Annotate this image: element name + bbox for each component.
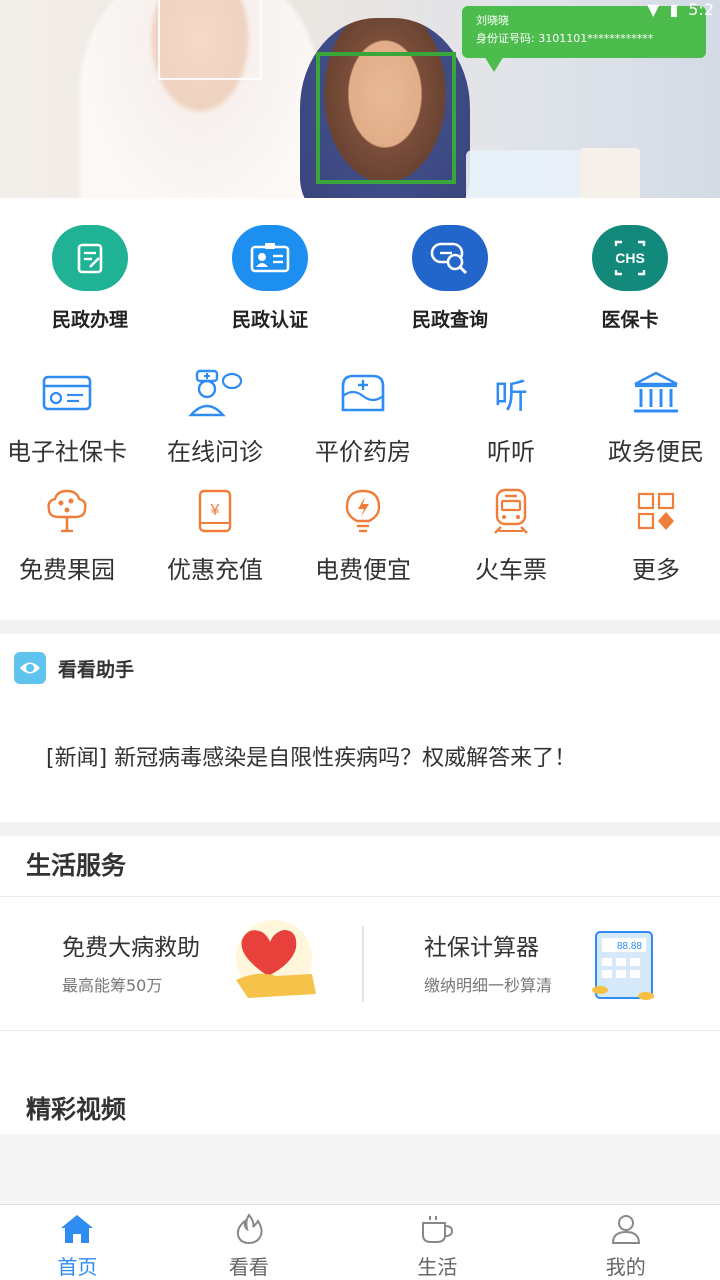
grid-label: 政务便民	[608, 438, 704, 466]
calculator-icon: 88.88	[586, 928, 666, 1008]
nav-label: 我的	[605, 1255, 646, 1279]
grid-label: 免费果园	[19, 556, 115, 584]
battery-icon: ▮	[669, 0, 679, 19]
service-label: 民政查询	[411, 309, 488, 331]
section-separator	[0, 620, 720, 634]
document-edit-icon	[52, 225, 128, 291]
bubble-id: 身份证号码: 3101101************	[476, 32, 654, 45]
service-medical-card[interactable]: CHS 医保卡	[540, 225, 720, 335]
home-icon	[61, 1215, 94, 1243]
video-section-title: 精彩视频	[26, 1095, 127, 1124]
service-civil-affairs-query[interactable]: 民政查询	[360, 225, 540, 335]
social-card-icon	[39, 368, 95, 418]
coffee-cup-icon	[422, 1216, 454, 1243]
top-services-row: 民政办理 民政认证 民政查询 CHS 医保卡	[0, 225, 720, 335]
bottom-navigation: 首页 看看 生活 我的	[0, 1204, 720, 1280]
grid-item-online-consult[interactable]: 在线问诊	[134, 368, 296, 467]
listen-icon: 听	[483, 368, 539, 418]
nav-tab-watch[interactable]: 看看	[155, 1205, 343, 1280]
more-grid-icon	[628, 486, 684, 536]
news-headline[interactable]: [新闻] 新冠病毒感染是自限性疾病吗？权威解答来了！	[46, 740, 576, 772]
grid-label: 电费便宜	[315, 556, 411, 584]
doctor-chat-icon	[187, 368, 243, 418]
heart-hand-icon	[228, 918, 320, 1002]
service-civil-affairs-auth[interactable]: 民政认证	[180, 225, 360, 335]
grid-item-free-orchard[interactable]: 免费果园	[0, 486, 134, 585]
nav-label: 首页	[57, 1255, 98, 1279]
fruit-tree-icon	[39, 486, 95, 536]
divider	[0, 896, 720, 897]
train-icon	[483, 486, 539, 536]
video-list-placeholder[interactable]	[0, 1134, 720, 1204]
service-label: 医保卡	[601, 309, 659, 331]
hero-banner[interactable]: 刘晓晓 身份证号码: 3101101************ ▼ ▮ 5:2	[0, 0, 720, 198]
grid-label: 优惠充值	[167, 556, 263, 584]
service-grid-row-2: 免费果园 ¥ 优惠充值 电费便宜 火车票 更多	[0, 486, 720, 585]
grid-label: 平价药房	[315, 438, 411, 466]
life-card-title: 免费大病救助	[62, 935, 200, 961]
section-separator	[0, 822, 720, 836]
life-services-title: 生活服务	[26, 851, 127, 880]
calculator-display: 88.88	[617, 941, 642, 952]
status-time: 5:2	[688, 0, 714, 19]
assistant-title: 看看助手	[58, 658, 135, 681]
assistant-header: 看看助手	[14, 652, 134, 684]
life-card-title: 社保计算器	[424, 935, 539, 961]
chs-icon-text: CHS	[615, 250, 645, 266]
life-card-social-calculator[interactable]: 社保计算器 缴纳明细一秒算清	[424, 928, 552, 996]
nav-tab-home[interactable]: 首页	[0, 1205, 155, 1280]
grid-item-listen[interactable]: 听 听听	[430, 368, 592, 467]
grid-label: 火车票	[475, 556, 547, 584]
wifi-icon: ▼	[647, 0, 660, 19]
grid-label: 在线问诊	[167, 438, 263, 466]
chs-icon: CHS	[592, 225, 668, 291]
nav-tab-mine[interactable]: 我的	[532, 1205, 720, 1280]
face-detect-frame-secondary	[158, 0, 262, 80]
grid-item-pharmacy[interactable]: 平价药房	[296, 368, 430, 467]
life-card-divider	[362, 926, 364, 1002]
grid-item-train-ticket[interactable]: 火车票	[430, 486, 592, 585]
nav-label: 生活	[417, 1255, 458, 1279]
face-detect-frame-primary	[316, 52, 456, 184]
nav-tab-life[interactable]: 生活	[343, 1205, 531, 1280]
pharmacy-icon	[335, 368, 391, 418]
id-card-icon	[232, 225, 308, 291]
grid-label: 更多	[632, 556, 680, 584]
service-label: 民政办理	[51, 309, 128, 331]
life-card-subtitle: 缴纳明细一秒算清	[424, 976, 553, 995]
eye-icon	[14, 652, 46, 684]
grid-item-more[interactable]: 更多	[592, 486, 720, 585]
flame-icon	[236, 1213, 263, 1245]
grid-label: 电子社保卡	[7, 438, 127, 466]
id-card-image	[466, 150, 586, 198]
id-photo-image	[580, 148, 640, 198]
grid-item-social-card[interactable]: 电子社保卡	[0, 368, 134, 467]
recharge-icon-text: ¥	[210, 502, 220, 519]
status-bar: ▼ ▮ 5:2	[647, 0, 714, 19]
grid-label: 听听	[487, 438, 535, 466]
electric-bulb-icon	[335, 486, 391, 536]
grid-item-gov-service[interactable]: 政务便民	[592, 368, 720, 467]
search-card-icon	[412, 225, 488, 291]
service-label: 民政认证	[231, 309, 308, 331]
life-card-subtitle: 最高能筹50万	[62, 976, 163, 995]
listen-icon-glyph: 听	[494, 376, 528, 417]
life-card-illness-aid[interactable]: 免费大病救助 最高能筹50万	[62, 928, 200, 996]
divider	[0, 1030, 720, 1031]
user-icon	[611, 1215, 640, 1244]
government-building-icon	[628, 368, 684, 418]
service-civil-affairs-handle[interactable]: 民政办理	[0, 225, 180, 335]
service-grid-row-1: 电子社保卡 在线问诊 平价药房 听 听听 政务便民	[0, 368, 720, 467]
nav-label: 看看	[228, 1255, 269, 1279]
grid-item-recharge[interactable]: ¥ 优惠充值	[134, 486, 296, 585]
grid-item-cheap-electricity[interactable]: 电费便宜	[296, 486, 430, 585]
phone-recharge-icon: ¥	[187, 486, 243, 536]
